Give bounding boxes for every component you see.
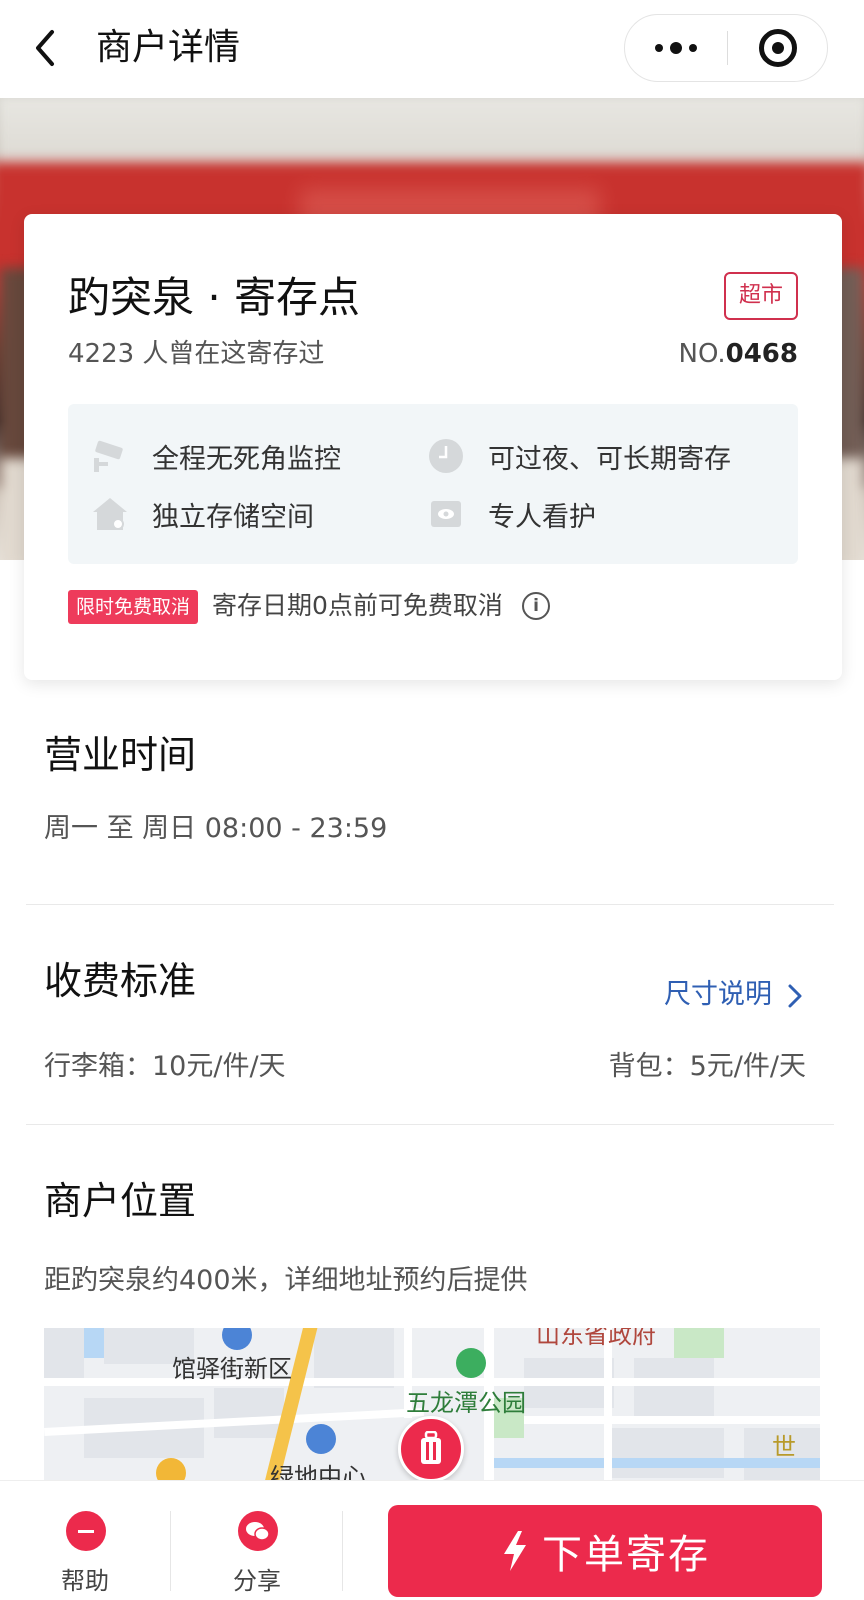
location-text: 距趵突泉约400米，详细地址预约后提供: [44, 1265, 528, 1296]
hours-title: 营业时间: [44, 733, 197, 777]
camera-icon: [90, 436, 130, 476]
navigation-bar: 商户详情: [0, 0, 864, 98]
cancel-policy-text: 寄存日期0点前可免费取消: [212, 591, 503, 620]
house-icon: [90, 494, 130, 534]
map-label: 世: [772, 1433, 796, 1461]
feature-item: 全程无死角监控: [90, 436, 341, 476]
location-map[interactable]: 馆驿街新区 五龙潭公园 山东省政府 绿地中心 世: [44, 1328, 820, 1488]
store-info-card: 趵突泉 · 寄存点 超市 4223 人曾在这寄存过 NO.0468 全程无死角监…: [24, 214, 842, 680]
order-storage-button[interactable]: 下单寄存: [388, 1505, 822, 1597]
back-icon[interactable]: [28, 26, 68, 70]
feature-item: 专人看护: [426, 494, 596, 534]
clock-icon: [426, 436, 466, 476]
store-category-tag: 超市: [724, 272, 798, 320]
store-name: 趵突泉 · 寄存点: [68, 273, 361, 322]
park-icon: [456, 1348, 486, 1378]
backpack-fee: 背包：5元/件/天: [608, 1051, 806, 1082]
fees-title: 收费标准: [44, 959, 197, 1003]
mini-program-capsule: [624, 14, 828, 82]
page-title: 商户详情: [96, 27, 241, 68]
map-label: 五龙潭公园: [406, 1389, 526, 1417]
building-icon: [306, 1424, 336, 1454]
store-number: NO.0468: [678, 339, 799, 369]
help-icon: [66, 1511, 106, 1551]
lightning-icon: [504, 1531, 526, 1571]
divider: [26, 1124, 834, 1125]
wechat-icon: [238, 1511, 278, 1551]
luggage-fee: 行李箱：10元/件/天: [44, 1051, 286, 1082]
info-icon[interactable]: i: [522, 592, 550, 620]
landmark-icon: [222, 1328, 252, 1350]
close-icon[interactable]: [728, 15, 828, 81]
bottom-action-bar: 帮助 分享 下单寄存: [0, 1480, 864, 1600]
share-button[interactable]: 分享: [172, 1481, 342, 1600]
map-label: 山东省政府: [536, 1328, 656, 1349]
chevron-right-icon[interactable]: [782, 982, 808, 1010]
luggage-pin-icon[interactable]: [398, 1416, 464, 1482]
help-button[interactable]: 帮助: [0, 1481, 170, 1600]
hours-text: 周一 至 周日 08:00 - 23:59: [44, 813, 388, 844]
map-label: 馆驿街新区: [172, 1355, 292, 1383]
visit-count: 4223 人曾在这寄存过: [68, 339, 325, 369]
divider: [170, 1511, 171, 1591]
feature-list: 全程无死角监控 可过夜、可长期寄存 独立存储空间 专人看护: [68, 404, 798, 564]
eye-icon: [426, 494, 466, 534]
free-cancel-badge: 限时免费取消: [68, 590, 199, 624]
feature-item: 可过夜、可长期寄存: [426, 436, 731, 476]
divider: [26, 904, 834, 905]
location-title: 商户位置: [44, 1179, 197, 1223]
more-icon[interactable]: [625, 15, 727, 81]
feature-item: 独立存储空间: [90, 494, 314, 534]
divider: [342, 1511, 343, 1591]
